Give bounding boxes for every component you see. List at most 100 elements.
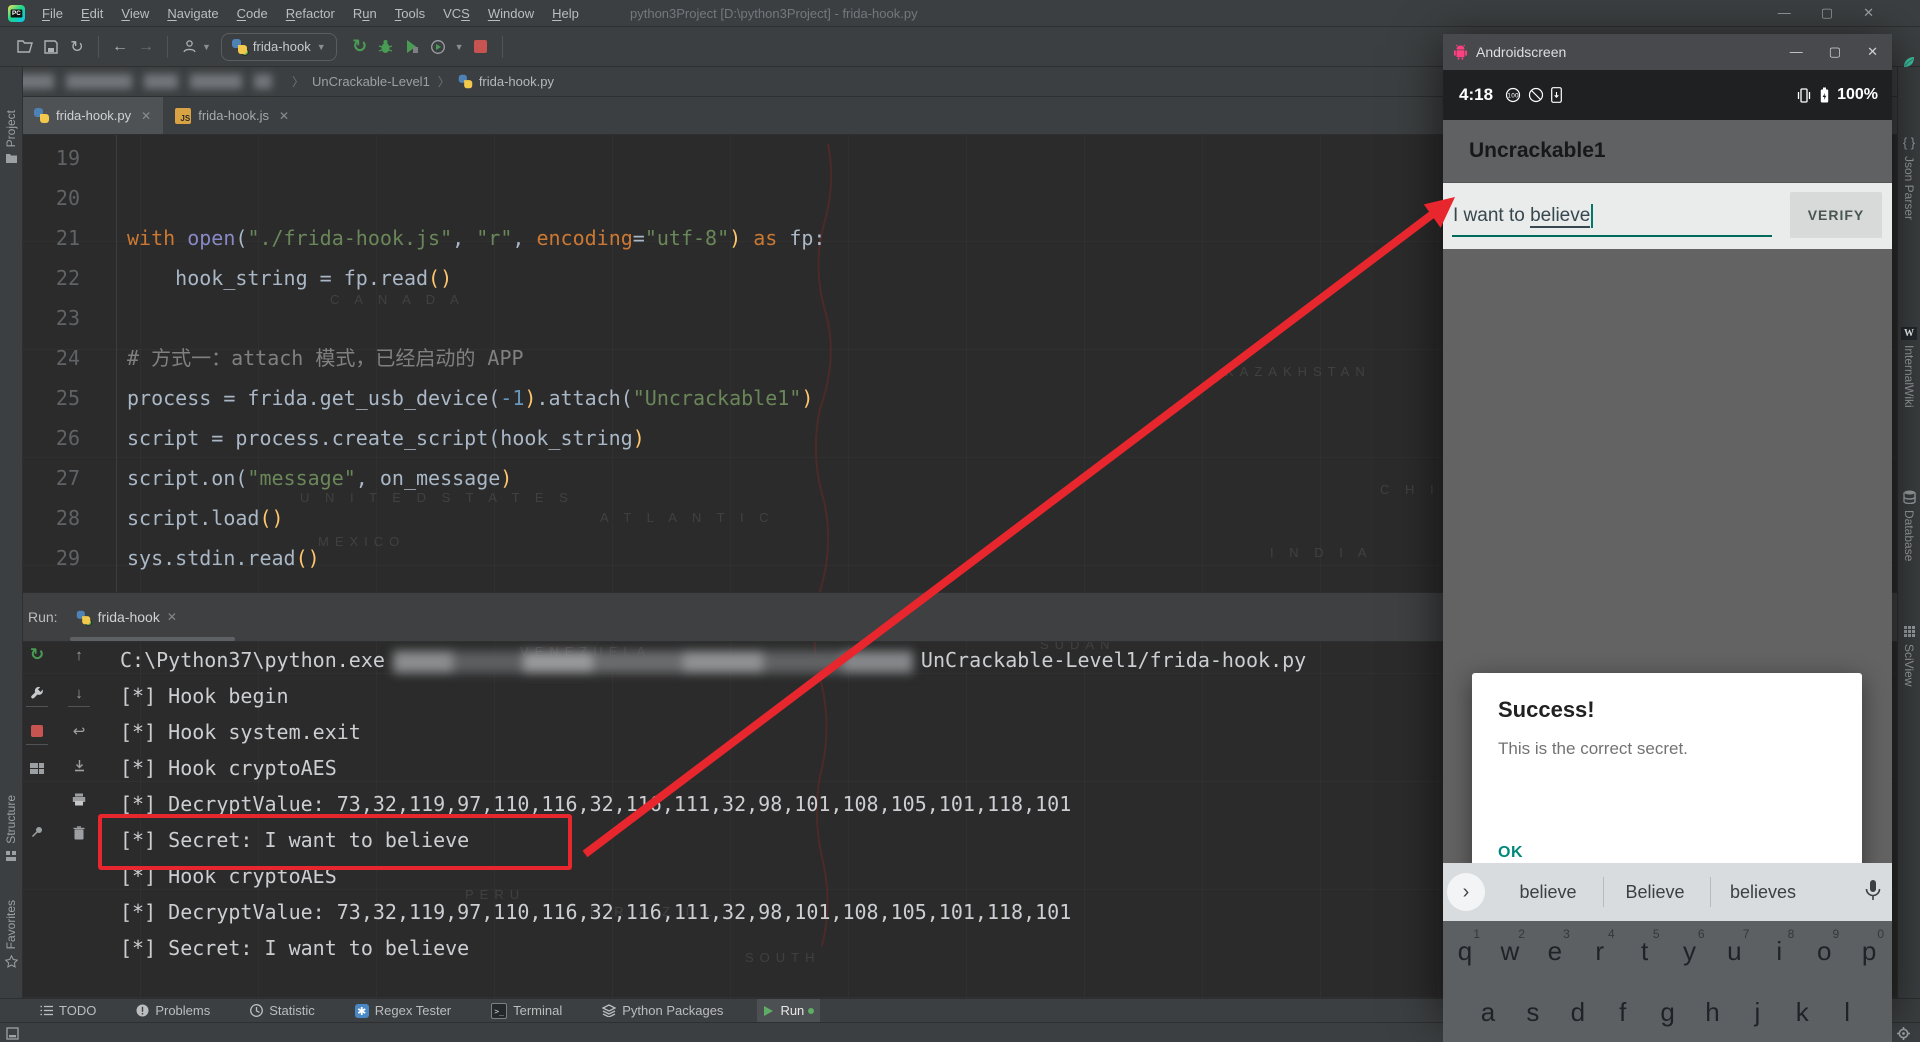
minimize-button[interactable]: — [1778, 5, 1791, 21]
menu-view[interactable]: View [112, 6, 158, 21]
close-icon[interactable]: ✕ [279, 109, 289, 123]
tool-window-terminal[interactable]: >_ Terminal [485, 999, 568, 1023]
chevron-down-icon[interactable]: ▼ [455, 42, 464, 52]
sync-icon[interactable]: ↻ [64, 34, 90, 60]
key-f[interactable]: f [1602, 986, 1644, 1038]
breadcrumb-folder[interactable]: UnCrackable-Level1 [312, 74, 430, 89]
key-o[interactable]: o9 [1803, 925, 1845, 977]
key-g[interactable]: g [1647, 986, 1689, 1038]
down-icon[interactable]: ↓ [68, 682, 90, 704]
code-line-22[interactable]: 22 hook_string = fp.read() [22, 258, 1443, 298]
key-p[interactable]: p0 [1848, 925, 1890, 977]
code-editor[interactable]: 19 20 21 with open("./frida-hook.js", "r", … [22, 134, 1443, 592]
android-window-title-bar[interactable]: Androidscreen — ▢ ✕ [1443, 34, 1892, 70]
sidebar-item-internalwiki[interactable]: W InternalWiki [1898, 325, 1920, 408]
open-icon[interactable] [12, 34, 38, 60]
menu-code[interactable]: Code [228, 6, 277, 21]
menu-navigate[interactable]: Navigate [158, 6, 227, 21]
save-icon[interactable] [38, 34, 64, 60]
menu-window[interactable]: Window [479, 6, 543, 21]
trash-icon[interactable] [68, 822, 90, 844]
expand-suggestions-button[interactable]: › [1447, 873, 1485, 911]
mic-icon[interactable] [1864, 879, 1882, 905]
close-button[interactable]: ✕ [1867, 44, 1878, 60]
sidebar-item-json-parser[interactable]: { } Json Parser [1898, 135, 1920, 220]
run-with-coverage-icon[interactable] [399, 34, 425, 60]
breadcrumb-file[interactable]: frida-hook.py [479, 74, 554, 89]
maximize-button[interactable]: ▢ [1829, 44, 1841, 60]
menu-help[interactable]: Help [543, 6, 588, 21]
tool-window-problems[interactable]: Problems [130, 999, 216, 1023]
up-icon[interactable]: ↑ [68, 644, 90, 666]
verify-button[interactable]: VERIFY [1790, 192, 1882, 238]
suggestion-believe[interactable]: Believe [1605, 863, 1705, 921]
menu-file[interactable]: File [33, 6, 72, 21]
key-r[interactable]: r4 [1579, 925, 1621, 977]
code-line-19[interactable]: 19 [22, 138, 1443, 178]
key-j[interactable]: j [1736, 986, 1778, 1038]
code-line-21[interactable]: 21 with open("./frida-hook.js", "r", enco… [22, 218, 1443, 258]
sidebar-item-sciview[interactable]: SciView [1898, 625, 1920, 686]
key-u[interactable]: u7 [1713, 925, 1755, 977]
menu-refactor[interactable]: Refactor [277, 6, 344, 21]
dock-icon[interactable] [6, 1026, 19, 1040]
profiler-icon[interactable] [425, 34, 451, 60]
editor-tab-frida-hook.js[interactable]: JS frida-hook.js ✕ [163, 97, 301, 134]
code-line-29[interactable]: 29 sys.stdin.read() [22, 538, 1443, 578]
code-line-26[interactable]: 26 script = process.create_script(hook_st… [22, 418, 1443, 458]
stop-icon[interactable] [468, 34, 494, 60]
gear-icon[interactable] [1897, 1026, 1910, 1040]
sidebar-item-favorites[interactable]: Favorites [0, 900, 22, 969]
sidebar-item-database[interactable]: Database [1898, 490, 1920, 561]
back-icon[interactable]: ← [107, 34, 133, 60]
suggestion-believe[interactable]: believe [1498, 863, 1598, 921]
key-e[interactable]: e3 [1534, 925, 1576, 977]
code-line-20[interactable]: 20 [22, 178, 1443, 218]
key-h[interactable]: h [1692, 986, 1734, 1038]
key-a[interactable]: a [1467, 986, 1509, 1038]
run-tab[interactable]: frida-hook ✕ [76, 609, 177, 626]
ok-button[interactable]: OK [1498, 844, 1523, 862]
close-button[interactable]: ✕ [1863, 5, 1874, 21]
sidebar-item-structure[interactable]: Structure [0, 795, 22, 862]
tool-window-todo[interactable]: TODO [34, 999, 102, 1023]
wrench-icon[interactable] [26, 682, 48, 704]
key-k[interactable]: k [1781, 986, 1823, 1038]
menu-tools[interactable]: Tools [386, 6, 434, 21]
layout-icon[interactable] [26, 758, 48, 780]
print-icon[interactable] [68, 788, 90, 810]
code-line-28[interactable]: 28 script.load() [22, 498, 1443, 538]
tool-window-run[interactable]: Run [757, 998, 821, 1023]
code-line-27[interactable]: 27 script.on("message", on_message) [22, 458, 1443, 498]
plugin-icon[interactable] [1898, 55, 1920, 69]
menu-vcs[interactable]: VCS [434, 6, 479, 21]
suggestion-believes[interactable]: believes [1713, 863, 1813, 921]
code-line-23[interactable]: 23 [22, 298, 1443, 338]
scroll-end-icon[interactable] [68, 754, 90, 776]
key-w[interactable]: w2 [1489, 925, 1531, 977]
sidebar-item-project[interactable]: Project [0, 110, 22, 164]
run-configuration-select[interactable]: frida-hook ▼ [220, 32, 337, 61]
tool-window-statistic[interactable]: Statistic [244, 999, 321, 1023]
tool-window-python-packages[interactable]: Python Packages [596, 999, 729, 1023]
softwrap-icon[interactable]: ↩ [68, 720, 90, 742]
key-d[interactable]: d [1557, 986, 1599, 1038]
editor-tab-frida-hook.py[interactable]: frida-hook.py ✕ [22, 97, 164, 134]
rerun-icon[interactable]: ↻ [347, 34, 373, 60]
key-q[interactable]: q1 [1444, 925, 1486, 977]
pin-icon[interactable] [26, 820, 48, 842]
close-icon[interactable]: ✕ [141, 109, 151, 123]
key-t[interactable]: t5 [1624, 925, 1666, 977]
user-icon[interactable] [176, 34, 202, 60]
forward-icon[interactable]: → [133, 34, 159, 60]
maximize-button[interactable]: ▢ [1821, 5, 1833, 21]
menu-edit[interactable]: Edit [72, 6, 112, 21]
minimize-button[interactable]: — [1790, 44, 1803, 60]
secret-input[interactable]: I want to believe [1453, 204, 1594, 229]
code-line-25[interactable]: 25 process = frida.get_usb_device(-1).att… [22, 378, 1443, 418]
tool-window-regex-tester[interactable]: ✱ Regex Tester [349, 999, 457, 1023]
key-l[interactable]: l [1826, 986, 1868, 1038]
key-s[interactable]: s [1512, 986, 1554, 1038]
menu-run[interactable]: Run [344, 6, 386, 21]
code-line-24[interactable]: 24 # 方式一：attach 模式，已经启动的 APP [22, 338, 1443, 378]
